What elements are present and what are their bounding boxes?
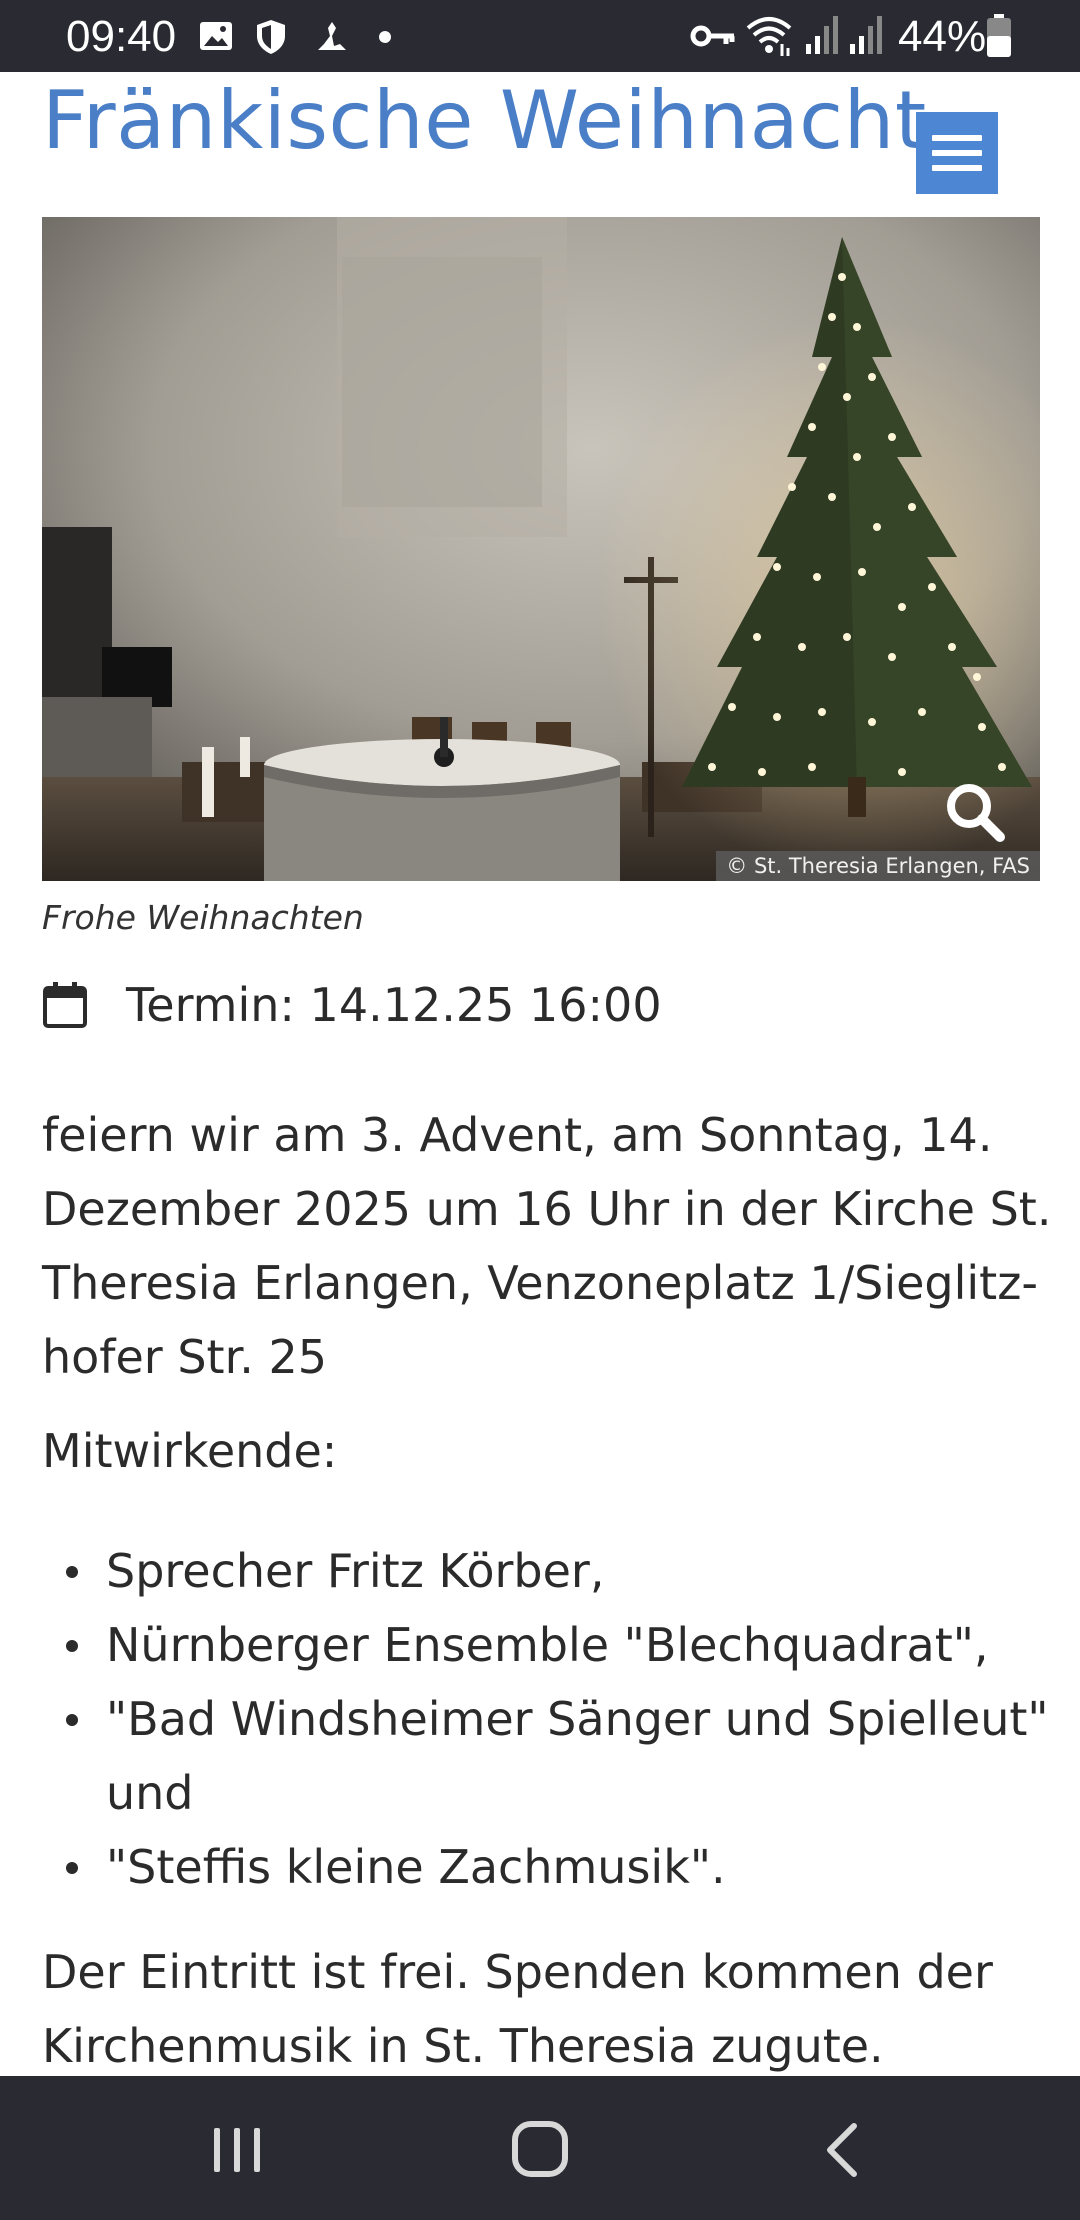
dot-icon: [379, 31, 391, 43]
closing-line: Kirchenmusik in St. Theresia zugute.: [42, 2019, 884, 2073]
participants-heading: Mitwirkende:: [42, 1424, 338, 1478]
search-icon[interactable]: [942, 779, 1008, 845]
body-line: Dezember 2025 um 16 Uhr in der Kirche St…: [42, 1182, 1052, 1236]
article-image[interactable]: © St. Theresia Erlangen, FAS: [42, 217, 1040, 881]
shield-icon: [257, 20, 285, 54]
list-item: Sprecher Fritz Körber,: [42, 1534, 1052, 1608]
event-date: Termin: 14.12.25 16:00: [42, 975, 662, 1035]
list-item: "Bad Windsheimer Sänger und Spielleut" u…: [42, 1682, 1052, 1830]
list-item: "Steffis kleine Zachmusik".: [42, 1830, 1052, 1904]
image-icon: [200, 22, 232, 50]
recent-apps-icon[interactable]: [202, 2120, 272, 2180]
home-icon[interactable]: [505, 2120, 575, 2180]
image-caption: Frohe Weihnachten: [42, 898, 364, 937]
status-time: 09:40: [66, 12, 177, 61]
calendar-icon: [43, 982, 87, 1028]
body-line: hofer Str. 25: [42, 1330, 328, 1384]
wifi-icon: [746, 17, 792, 56]
battery-percent: 44%: [898, 12, 987, 61]
closing-line: Der Eintritt ist frei. Spenden kommen de…: [42, 1945, 993, 1999]
key-icon: [690, 25, 735, 47]
battery-icon: [987, 14, 1011, 57]
participants-list: Sprecher Fritz Körber, Nürnberger Ensemb…: [42, 1534, 1052, 1904]
back-icon[interactable]: [808, 2120, 878, 2180]
status-bar: 09:40 44%: [0, 0, 1080, 72]
signal-icon: [806, 16, 838, 54]
body-line: feiern wir am 3. Advent, am Sonntag, 14.: [42, 1108, 993, 1162]
closing-paragraph: Der Eintritt ist frei. Spenden kommen de…: [42, 1935, 1052, 2083]
list-item: Nürnberger Ensemble "Blechquadrat",: [42, 1608, 1052, 1682]
menu-button[interactable]: [916, 112, 998, 194]
site-title[interactable]: Fränkische Weihnacht: [42, 74, 927, 167]
hamburger-icon: [932, 135, 982, 141]
navigation-bar: [0, 2076, 1080, 2220]
app-icon: [318, 22, 346, 50]
event-date-text: Termin: 14.12.25 16:00: [126, 978, 662, 1032]
signal-icon: [850, 16, 882, 54]
article-body: feiern wir am 3. Advent, am Sonntag, 14.…: [42, 1098, 1052, 1394]
christmas-tree-photo: [42, 217, 1040, 881]
body-line: Theresia Erlangen, Venzoneplatz 1/Siegli…: [42, 1256, 1038, 1310]
image-credit: © St. Theresia Erlangen, FAS: [716, 851, 1040, 881]
